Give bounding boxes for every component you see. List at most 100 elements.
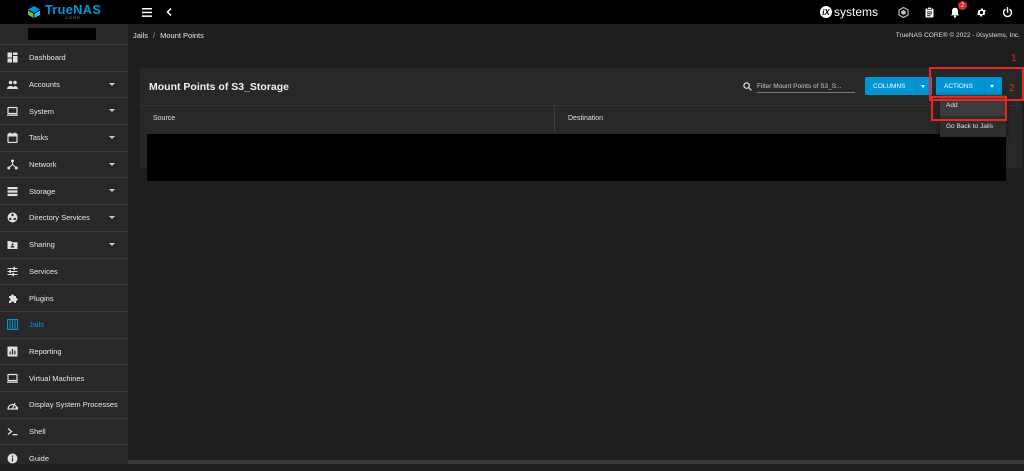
sidebar-item-dashboard[interactable]: Dashboard (0, 44, 128, 71)
gauge-icon (6, 399, 18, 411)
column-header-source[interactable]: Source (140, 105, 555, 132)
filter-field (743, 79, 855, 94)
sidebar-item-label: Dashboard (29, 53, 66, 63)
sidebar-item-system[interactable]: System (0, 97, 128, 124)
system-icon (6, 105, 18, 117)
notifications-button[interactable]: 2 (946, 1, 967, 21)
dashboard-icon (6, 52, 18, 64)
truecommand-button[interactable] (894, 3, 912, 21)
columns-button-label: COLUMNS (873, 82, 906, 90)
storage-icon (6, 185, 18, 197)
laptop-icon (6, 372, 18, 384)
sidebar-item-storage[interactable]: Storage (0, 177, 128, 204)
chevron-down-icon (109, 242, 115, 246)
sidebar-item-label: Reporting (29, 346, 62, 356)
card-header: Mount Points of S3_Storage COLUMNS ACTIO… (140, 68, 1022, 105)
sidebar-item-label: Network (29, 160, 57, 170)
sidebar-header (0, 24, 128, 44)
sidebar-item-label: Services (29, 266, 58, 276)
horizontal-scrollbar[interactable] (128, 460, 1024, 464)
breadcrumb-jails[interactable]: Jails (133, 31, 148, 40)
sidebar-item-network[interactable]: Network (0, 150, 128, 178)
sidebar-item-label: System (29, 106, 55, 116)
sidebar: Dashboard Accounts System Tasks Network Stora… (0, 24, 128, 464)
chart-icon (6, 345, 18, 357)
puzzle-icon (6, 292, 18, 304)
truenas-logo-icon (27, 6, 40, 18)
network-icon (6, 159, 18, 171)
sidebar-item-label: Jails (29, 320, 45, 330)
redacted-table-body (147, 134, 1006, 181)
columns-button[interactable]: COLUMNS (865, 77, 932, 95)
menu-item-go-back-to-jails[interactable]: Go Back to Jails (940, 116, 1006, 137)
sidebar-item-sharing[interactable]: Sharing (0, 230, 128, 258)
sidebar-item-plugins[interactable]: Plugins (0, 284, 128, 311)
chevron-down-icon (921, 85, 925, 88)
folder-share-icon (6, 239, 18, 251)
filter-input[interactable] (757, 80, 855, 93)
breadcrumb-mount-points: Mount Points (160, 30, 204, 40)
chevron-down-icon (109, 215, 115, 219)
chevron-down-icon (109, 82, 115, 86)
sidebar-item-label: Virtual Machines (29, 373, 85, 383)
sidebar-item-accounts[interactable]: Accounts (0, 70, 128, 98)
directory-icon (6, 212, 18, 224)
mount-points-card: Mount Points of S3_Storage COLUMNS ACTIO… (140, 68, 1022, 181)
gear-icon (976, 7, 986, 17)
table-header: Source Destination (140, 105, 1022, 132)
info-icon (6, 452, 18, 464)
sidebar-item-display-system-processes[interactable]: Display System Processes (0, 390, 128, 418)
chevron-down-icon (109, 135, 115, 139)
sidebar-item-guide[interactable]: Guide (0, 444, 128, 471)
sidebar-item-label: Plugins (29, 293, 54, 303)
power-button[interactable] (998, 3, 1016, 21)
sidebar-item-label: Guide (29, 453, 50, 463)
annotation-label-2: 2 (1009, 83, 1015, 94)
actions-menu: Add Go Back to Jails (940, 95, 1006, 137)
sidebar-item-shell[interactable]: Shell (0, 417, 128, 445)
sidebar-item-label: Storage (29, 186, 56, 196)
sidebar-item-label: Accounts (29, 80, 60, 90)
sidebar-item-label: Tasks (29, 133, 49, 143)
terminal-icon (6, 425, 18, 437)
menu-icon (142, 7, 152, 17)
truenas-logo[interactable]: TrueNAS CORE (0, 0, 128, 24)
card-title: Mount Points of S3_Storage (149, 80, 290, 93)
ixsystems-text: systems (833, 5, 878, 19)
ixsystems-logo[interactable]: iX systems (819, 5, 878, 19)
accounts-icon (6, 79, 18, 91)
settings-button[interactable] (972, 3, 990, 21)
actions-button-label: ACTIONS (944, 82, 973, 90)
top-bar: TrueNAS CORE iX systems 2 (0, 0, 1024, 24)
actions-button[interactable]: ACTIONS (936, 77, 1002, 95)
ix-mark: iX (819, 6, 832, 18)
sidebar-item-services[interactable]: Services (0, 257, 128, 285)
sidebar-nav: Dashboard Accounts System Tasks Network Stora… (0, 44, 128, 471)
sidebar-item-label: Directory Services (29, 213, 90, 223)
sidebar-item-jails[interactable]: Jails (0, 310, 128, 338)
collapse-sidebar-button[interactable] (160, 3, 178, 21)
sidebar-item-label: Shell (29, 426, 46, 436)
chevron-down-icon (990, 85, 994, 88)
jail-icon (6, 319, 18, 331)
menu-toggle-button[interactable] (138, 3, 156, 21)
column-header-destination[interactable]: Destination (555, 106, 603, 132)
chevron-down-icon (109, 189, 115, 193)
search-icon (743, 82, 752, 91)
sidebar-item-virtual-machines[interactable]: Virtual Machines (0, 364, 128, 391)
clipboard-icon (925, 6, 933, 17)
copyright-text: TrueNAS CORE® © 2022 - iXsystems, Inc. (895, 31, 1020, 39)
chevron-down-icon (109, 162, 115, 166)
sidebar-item-reporting[interactable]: Reporting (0, 337, 128, 365)
sidebar-item-label: Sharing (29, 240, 55, 250)
menu-item-add[interactable]: Add (940, 95, 1006, 116)
task-manager-button[interactable] (920, 3, 938, 21)
breadcrumb: Jails / Mount Points TrueNAS CORE® © 202… (128, 24, 1024, 46)
sidebar-item-tasks[interactable]: Tasks (0, 124, 128, 151)
actions-button-divider (984, 77, 985, 95)
sidebar-item-directory-services[interactable]: Directory Services (0, 204, 128, 231)
sidebar-item-label: Display System Processes (29, 400, 118, 410)
truecommand-icon (897, 6, 909, 18)
redacted-hostname (28, 28, 96, 40)
chevron-down-icon (109, 109, 115, 113)
